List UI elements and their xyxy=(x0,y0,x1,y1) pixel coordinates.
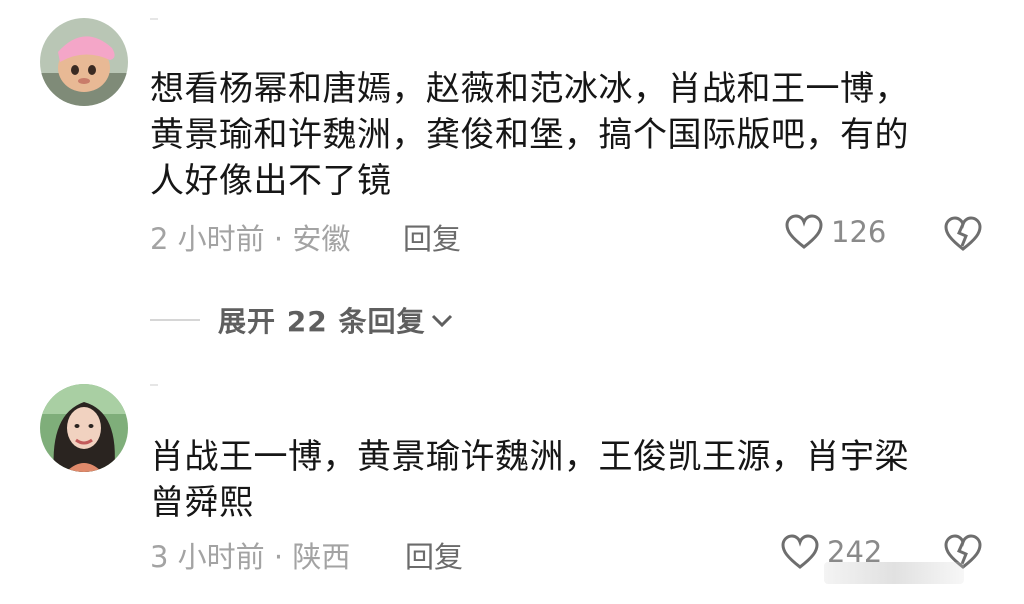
reply-button[interactable]: 回复 xyxy=(403,216,461,258)
chevron-down-icon xyxy=(432,314,453,328)
comment-text: 想看杨幂和唐嫣，赵薇和范冰冰，肖战和王一博， 黄景瑜和许魏洲，龚俊和堡，搞个国际… xyxy=(150,69,909,201)
reply-button[interactable]: 回复 xyxy=(405,534,463,576)
expand-replies-label: 展开 22 条回复 xyxy=(218,305,426,338)
like-button[interactable]: 126 xyxy=(785,214,886,250)
comment-meta: 3 小时前 · 陕西 xyxy=(150,540,351,574)
watermark xyxy=(824,562,964,584)
avatar[interactable] xyxy=(40,384,128,472)
like-count: 126 xyxy=(831,215,887,249)
heart-icon xyxy=(781,534,819,569)
comment-text: 肖战王一博，黄景瑜许魏洲，王俊凯王源，肖宇梁 曾舜熙 xyxy=(150,437,909,523)
avatar-photo-image xyxy=(40,384,128,472)
divider xyxy=(150,384,158,386)
dislike-button[interactable] xyxy=(944,216,982,256)
expand-divider xyxy=(150,319,200,321)
heart-icon xyxy=(785,214,823,249)
broken-heart-icon xyxy=(944,216,982,251)
avatar[interactable] xyxy=(40,18,128,106)
avatar-cartoon-image xyxy=(40,18,128,106)
divider xyxy=(150,18,158,20)
expand-replies[interactable]: 展开 22 条回复 xyxy=(150,300,455,340)
comment-meta: 2 小时前 · 安徽 xyxy=(150,222,351,256)
